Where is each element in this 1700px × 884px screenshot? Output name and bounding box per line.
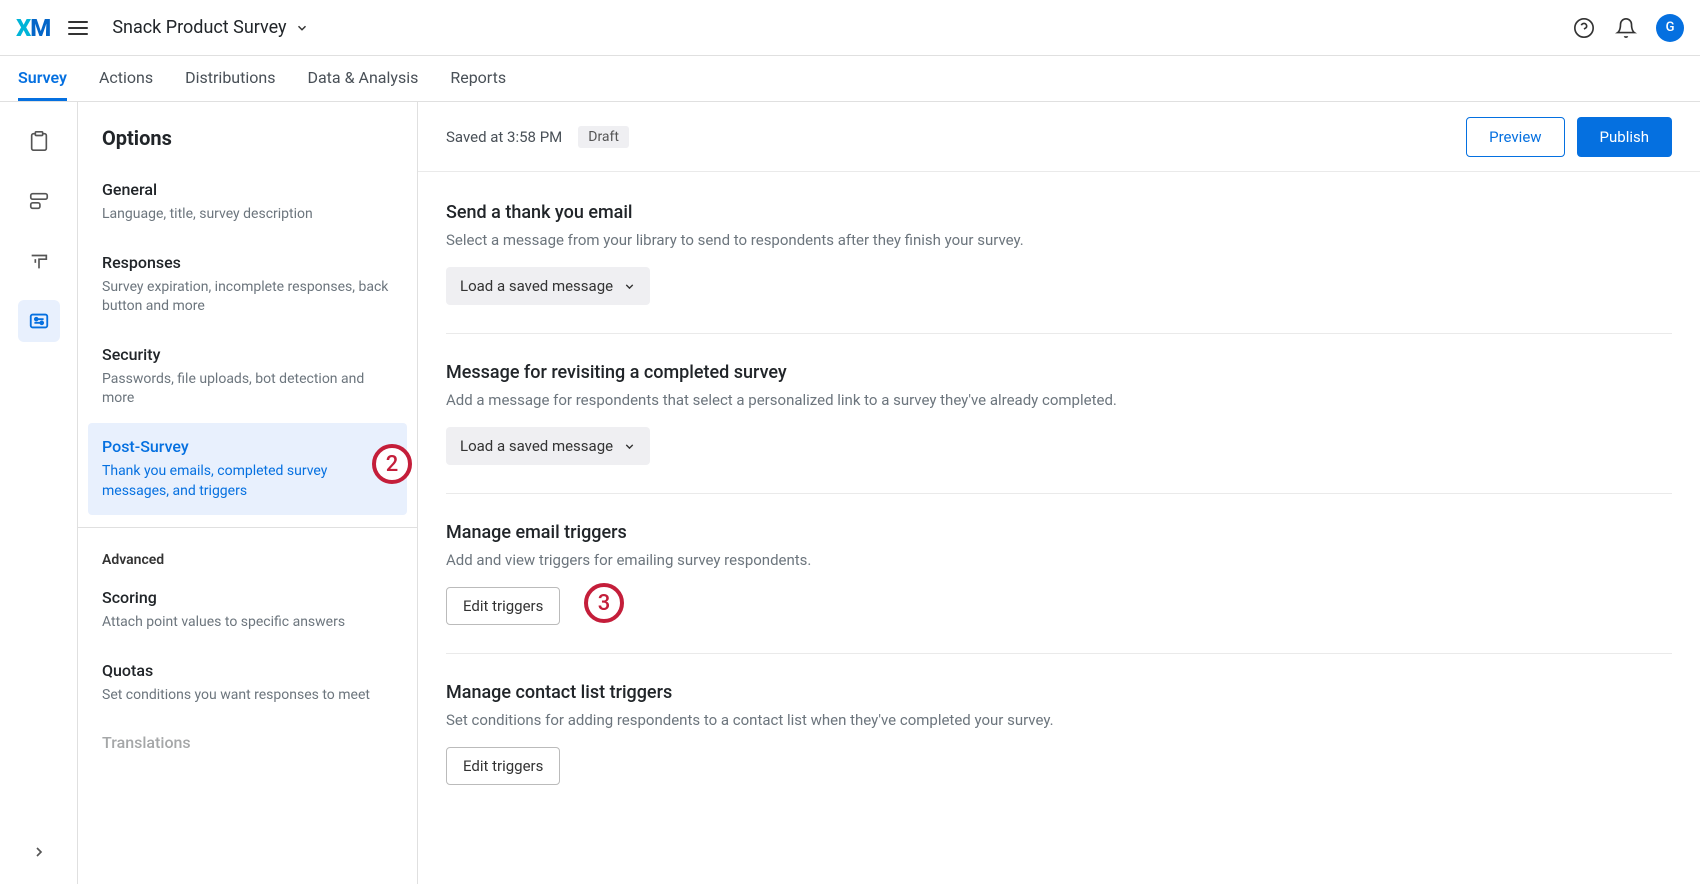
annotation-3: 3 bbox=[584, 583, 624, 623]
avatar[interactable]: G bbox=[1656, 14, 1684, 42]
option-quotas[interactable]: Quotas Set conditions you want responses… bbox=[78, 647, 417, 720]
publish-button[interactable]: Publish bbox=[1577, 117, 1672, 157]
chevron-down-icon bbox=[295, 21, 309, 35]
option-desc: Survey expiration, incomplete responses,… bbox=[102, 278, 393, 317]
tab-data-analysis[interactable]: Data & Analysis bbox=[307, 56, 418, 101]
advanced-label: Advanced bbox=[78, 540, 417, 574]
sidebar-divider bbox=[78, 527, 417, 528]
notifications-icon[interactable] bbox=[1614, 16, 1638, 40]
tabs-row: Survey Actions Distributions Data & Anal… bbox=[0, 56, 1700, 102]
main-layout: Options General Language, title, survey … bbox=[0, 102, 1700, 884]
load-message-button[interactable]: Load a saved message bbox=[446, 267, 650, 305]
section-thank-you: Send a thank you email Select a message … bbox=[446, 202, 1672, 334]
section-title: Manage email triggers bbox=[446, 522, 1672, 543]
section-revisit: Message for revisiting a completed surve… bbox=[446, 362, 1672, 494]
option-security[interactable]: Security Passwords, file uploads, bot de… bbox=[78, 331, 417, 423]
tab-survey[interactable]: Survey bbox=[18, 56, 67, 101]
icon-rail bbox=[0, 102, 78, 884]
section-desc: Add a message for respondents that selec… bbox=[446, 391, 1672, 409]
draft-badge: Draft bbox=[578, 126, 629, 148]
option-name: Security bbox=[102, 345, 393, 364]
option-name: Scoring bbox=[102, 588, 393, 607]
option-translations[interactable]: Translations bbox=[78, 719, 417, 772]
saved-text: Saved at 3:58 PM bbox=[446, 128, 562, 146]
menu-icon[interactable] bbox=[62, 15, 94, 41]
logo[interactable]: XM bbox=[16, 14, 50, 42]
edit-triggers-button[interactable]: Edit triggers bbox=[446, 747, 560, 785]
chevron-down-icon bbox=[623, 280, 636, 293]
section-desc: Add and view triggers for emailing surve… bbox=[446, 551, 1672, 569]
chevron-down-icon bbox=[623, 440, 636, 453]
tab-reports[interactable]: Reports bbox=[450, 56, 506, 101]
option-name: Post-Survey bbox=[102, 437, 393, 456]
load-message-button[interactable]: Load a saved message bbox=[446, 427, 650, 465]
section-desc: Select a message from your library to se… bbox=[446, 231, 1672, 249]
content-header: Saved at 3:58 PM Draft Preview Publish bbox=[418, 102, 1700, 172]
option-name: Translations bbox=[102, 733, 393, 752]
section-title: Manage contact list triggers bbox=[446, 682, 1672, 703]
content-header-right: Preview Publish bbox=[1466, 117, 1672, 157]
option-scoring[interactable]: Scoring Attach point values to specific … bbox=[78, 574, 417, 647]
option-desc: Thank you emails, completed survey messa… bbox=[102, 462, 393, 501]
option-responses[interactable]: Responses Survey expiration, incomplete … bbox=[78, 239, 417, 331]
content-area: Saved at 3:58 PM Draft Preview Publish S… bbox=[418, 102, 1700, 884]
section-contact-triggers: Manage contact list triggers Set conditi… bbox=[446, 682, 1672, 813]
logo-x: X bbox=[16, 14, 30, 42]
survey-title-dropdown[interactable]: Snack Product Survey bbox=[112, 17, 308, 38]
rail-look-icon[interactable] bbox=[18, 240, 60, 282]
rail-options-icon[interactable] bbox=[18, 300, 60, 342]
rail-expand-icon[interactable] bbox=[31, 844, 47, 864]
option-general[interactable]: General Language, title, survey descript… bbox=[78, 166, 417, 239]
survey-title-text: Snack Product Survey bbox=[112, 17, 286, 38]
section-email-triggers: Manage email triggers Add and view trigg… bbox=[446, 522, 1672, 654]
logo-m: M bbox=[30, 14, 50, 42]
top-header: XM Snack Product Survey G bbox=[0, 0, 1700, 56]
option-desc: Passwords, file uploads, bot detection a… bbox=[102, 370, 393, 409]
options-sidebar: Options General Language, title, survey … bbox=[78, 102, 418, 884]
option-name: Responses bbox=[102, 253, 393, 272]
rail-flow-icon[interactable] bbox=[18, 180, 60, 222]
preview-button[interactable]: Preview bbox=[1466, 117, 1564, 157]
option-name: Quotas bbox=[102, 661, 393, 680]
rail-builder-icon[interactable] bbox=[18, 120, 60, 162]
tab-actions[interactable]: Actions bbox=[99, 56, 153, 101]
options-title: Options bbox=[78, 102, 417, 166]
tab-distributions[interactable]: Distributions bbox=[185, 56, 275, 101]
option-desc: Attach point values to specific answers bbox=[102, 613, 393, 633]
option-post-survey[interactable]: Post-Survey Thank you emails, completed … bbox=[88, 423, 407, 515]
help-icon[interactable] bbox=[1572, 16, 1596, 40]
option-desc: Set conditions you want responses to mee… bbox=[102, 686, 393, 706]
section-title: Send a thank you email bbox=[446, 202, 1672, 223]
edit-triggers-button[interactable]: Edit triggers bbox=[446, 587, 560, 625]
section-desc: Set conditions for adding respondents to… bbox=[446, 711, 1672, 729]
content-body: Send a thank you email Select a message … bbox=[418, 172, 1700, 884]
section-title: Message for revisiting a completed surve… bbox=[446, 362, 1672, 383]
option-name: General bbox=[102, 180, 393, 199]
header-right: G bbox=[1572, 14, 1684, 42]
option-desc: Language, title, survey description bbox=[102, 205, 393, 225]
